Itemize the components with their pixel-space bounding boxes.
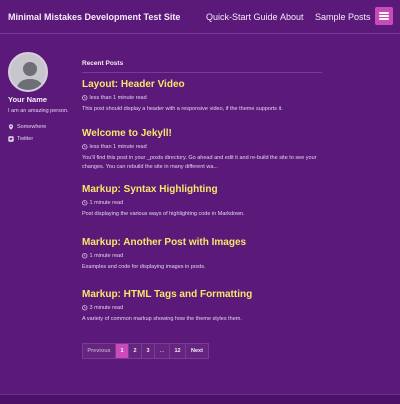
hamburger-menu-icon [379, 12, 389, 14]
post-item: Markup: HTML Tags and Formatting 3 minut… [82, 289, 322, 324]
author-bio: I am an amazing person. [8, 108, 69, 114]
post-item: Layout: Header Video less than 1 minute … [82, 79, 322, 114]
map-marker-icon [8, 124, 14, 130]
pagination: Previous 1 2 3 ... 12 Next [82, 343, 209, 359]
nav-sample-posts[interactable]: Sample Posts [315, 12, 371, 22]
clock-icon [82, 253, 88, 259]
author-location-label: Somewhere [17, 124, 47, 130]
post-read-time: 3 minute read [89, 305, 124, 311]
post-title-link[interactable]: Markup: Another Post with Images [82, 237, 322, 249]
section-divider [82, 72, 322, 73]
author-name: Your Name [8, 95, 48, 104]
masthead: Minimal Mistakes Development Test Site Q… [0, 0, 400, 34]
pagination-ellipsis: ... [154, 343, 170, 359]
user-silhouette-icon [10, 54, 46, 90]
clock-icon [82, 305, 88, 311]
post-meta: 1 minute read [82, 200, 322, 206]
post-meta: less than 1 minute read [82, 95, 322, 101]
post-excerpt: Examples and code for displaying images … [82, 264, 206, 270]
clock-icon [82, 95, 88, 101]
pagination-page-2[interactable]: 2 [128, 343, 142, 359]
post-item: Markup: Another Post with Images 1 minut… [82, 237, 322, 272]
nav-quick-start-guide[interactable]: Quick-Start Guide [206, 12, 278, 22]
recent-posts-heading: Recent Posts [82, 60, 124, 67]
clock-icon [82, 144, 88, 150]
post-read-time: 1 minute read [89, 200, 124, 206]
post-item: Welcome to Jekyll! less than 1 minute re… [82, 128, 322, 171]
twitter-icon [8, 136, 14, 142]
post-excerpt: This post should display a header with a… [82, 106, 283, 112]
author-twitter-label: Twitter [17, 136, 34, 142]
post-excerpt: Post displaying the various ways of high… [82, 211, 245, 217]
post-title-link[interactable]: Layout: Header Video [82, 79, 322, 91]
hamburger-menu-button[interactable] [375, 7, 393, 25]
post-title-link[interactable]: Markup: Syntax Highlighting [82, 184, 322, 196]
post-excerpt: You’ll find this post in your _posts dir… [82, 155, 317, 170]
post-meta: 1 minute read [82, 253, 322, 259]
hamburger-menu-icon [379, 15, 389, 17]
nav-about[interactable]: About [280, 12, 304, 22]
pagination-page-3[interactable]: 3 [141, 343, 155, 359]
site-title[interactable]: Minimal Mistakes Development Test Site [8, 12, 180, 22]
hamburger-menu-icon [379, 18, 389, 20]
author-twitter-link[interactable]: Twitter [8, 136, 33, 142]
pagination-next[interactable]: Next [185, 343, 209, 359]
author-location-link[interactable]: Somewhere [8, 124, 46, 130]
post-read-time: less than 1 minute read [89, 95, 147, 101]
post-read-time: less than 1 minute read [89, 144, 147, 150]
post-title-link[interactable]: Welcome to Jekyll! [82, 128, 322, 140]
clock-icon [82, 200, 88, 206]
avatar [8, 52, 48, 92]
page-footer [0, 394, 400, 404]
post-excerpt: A variety of common markup showing how t… [82, 316, 242, 322]
post-title-link[interactable]: Markup: HTML Tags and Formatting [82, 289, 322, 301]
pagination-page-12[interactable]: 12 [169, 343, 186, 359]
pagination-previous: Previous [82, 343, 116, 359]
pagination-page-1[interactable]: 1 [115, 343, 129, 359]
post-meta: 3 minute read [82, 305, 322, 311]
post-meta: less than 1 minute read [82, 144, 322, 150]
post-item: Markup: Syntax Highlighting 1 minute rea… [82, 184, 322, 219]
post-read-time: 1 minute read [89, 253, 124, 259]
